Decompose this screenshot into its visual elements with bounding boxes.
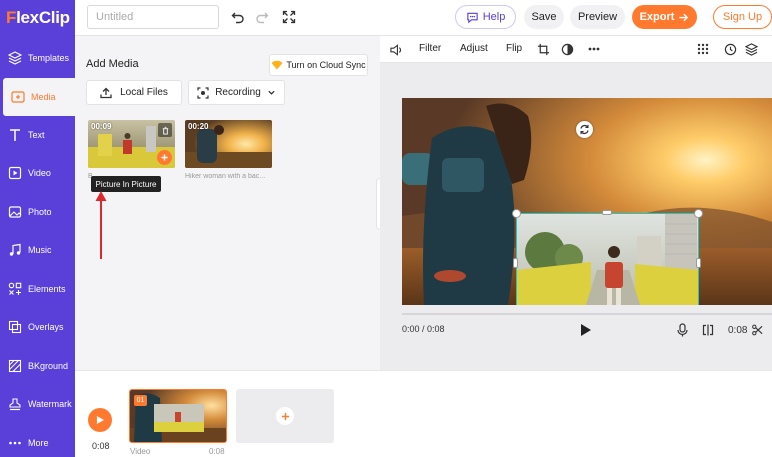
flip-button[interactable]: Flip [506, 43, 522, 54]
pip-video-frame [517, 214, 698, 305]
progress-bar[interactable] [402, 313, 772, 315]
sidebar-item-text[interactable]: Text [0, 116, 75, 154]
media-icon [11, 91, 25, 103]
signup-button[interactable]: Sign Up [713, 5, 772, 29]
scissors-icon[interactable] [752, 324, 763, 336]
music-icon [9, 243, 21, 256]
text-icon [10, 129, 20, 141]
media-caption: Hiker woman with a bac... [185, 173, 266, 180]
topbar: Help Save Preview Export Sign Up [75, 0, 772, 36]
video-canvas[interactable] [402, 98, 772, 305]
preview-area: Filter Adjust Flip 0:00 / 0:08 0:08 [380, 36, 772, 370]
sidebar-item-media[interactable]: Media [3, 78, 75, 116]
playback-time: 0:00 / 0:08 [402, 324, 445, 334]
media-thumbnail[interactable]: 00:09 [88, 120, 175, 168]
video-icon [8, 166, 22, 180]
grid-icon[interactable] [697, 43, 709, 55]
mask-icon[interactable] [561, 43, 574, 56]
volume-icon[interactable] [390, 44, 403, 56]
preview-button[interactable]: Preview [570, 5, 625, 29]
resize-handle-right[interactable] [696, 258, 701, 268]
more-icon [9, 441, 21, 445]
add-clip-button[interactable] [236, 389, 334, 443]
sidebar-item-watermark[interactable]: Watermark [0, 385, 75, 423]
red-arrow-annotation [95, 191, 107, 259]
picture-in-picture-overlay[interactable] [516, 213, 699, 305]
export-button[interactable]: Export [632, 5, 697, 29]
media-duration: 00:09 [91, 122, 112, 131]
timeline-play-button[interactable] [88, 408, 112, 432]
plus-icon [281, 412, 289, 420]
sidebar-item-overlays[interactable]: Overlays [0, 308, 75, 346]
media-thumbnail[interactable]: 00:20 [185, 120, 272, 168]
add-clip-circle [276, 407, 294, 425]
layers-icon[interactable] [745, 43, 758, 56]
arrow-right-icon [679, 13, 689, 21]
media-duration: 00:20 [188, 122, 209, 131]
filter-button[interactable]: Filter [419, 43, 441, 54]
record-icon [197, 86, 209, 99]
watermark-icon [9, 398, 21, 411]
delete-icon[interactable] [158, 123, 172, 137]
microphone-icon[interactable] [677, 323, 688, 337]
clip-index-badge: 01 [134, 395, 147, 406]
timeline-total-duration: 0:08 [92, 441, 110, 451]
undo-icon[interactable] [229, 8, 247, 26]
timeline: 0:08 01 Video 0:08 [75, 370, 772, 457]
adjust-button[interactable]: Adjust [460, 43, 488, 54]
clip-duration: 0:08 [209, 447, 225, 456]
templates-icon [8, 51, 22, 65]
recording-button[interactable]: Recording [188, 80, 285, 105]
local-files-button[interactable]: Local Files [86, 80, 182, 105]
fullscreen-icon[interactable] [280, 8, 298, 26]
resize-handle-top[interactable] [602, 210, 612, 215]
split-icon[interactable] [702, 324, 714, 336]
resize-handle-left[interactable] [513, 258, 518, 268]
wifi-icon [271, 60, 283, 70]
overlays-icon [8, 320, 22, 334]
background-icon [8, 359, 22, 373]
chat-icon [466, 12, 478, 23]
sidebar-item-bkground[interactable]: BKground [0, 347, 75, 385]
preview-toolbar: Filter Adjust Flip [380, 36, 772, 63]
preview-duration: 0:08 [728, 325, 748, 336]
project-title-input[interactable] [87, 5, 219, 29]
panel-title: Add Media [86, 58, 139, 70]
timeline-clip[interactable]: 01 [129, 389, 227, 443]
sidebar-item-more[interactable]: More [0, 424, 75, 457]
upload-icon [100, 87, 112, 98]
clip-label: Video [130, 447, 151, 456]
chevron-down-icon [268, 90, 275, 95]
add-to-timeline-icon[interactable] [157, 150, 172, 165]
sidebar: FlexClip Templates Media Text Video Phot… [0, 0, 75, 457]
crop-icon[interactable] [537, 43, 550, 56]
rotate-icon [580, 124, 589, 135]
sidebar-item-photo[interactable]: Photo [0, 193, 75, 231]
play-icon [96, 415, 104, 425]
sidebar-item-music[interactable]: Music [0, 231, 75, 269]
help-button[interactable]: Help [455, 5, 516, 29]
cloud-sync-button[interactable]: Turn on Cloud Sync [269, 54, 368, 76]
resize-handle-top-right[interactable] [694, 209, 703, 218]
more-options-icon[interactable] [588, 47, 600, 51]
media-panel: Add Media Turn on Cloud Sync Local Files… [75, 36, 388, 370]
play-icon[interactable] [580, 323, 592, 340]
redo-icon[interactable] [253, 8, 271, 26]
rotate-handle[interactable] [576, 121, 593, 138]
sidebar-item-video[interactable]: Video [0, 154, 75, 192]
sidebar-item-elements[interactable]: Elements [0, 270, 75, 308]
elements-icon [8, 282, 22, 295]
sidebar-item-templates[interactable]: Templates [0, 39, 75, 77]
flexclip-logo[interactable]: FlexClip [0, 0, 75, 36]
clock-icon[interactable] [724, 43, 737, 56]
resize-handle-top-left[interactable] [512, 209, 521, 218]
photo-icon [8, 206, 22, 218]
save-button[interactable]: Save [524, 5, 564, 29]
